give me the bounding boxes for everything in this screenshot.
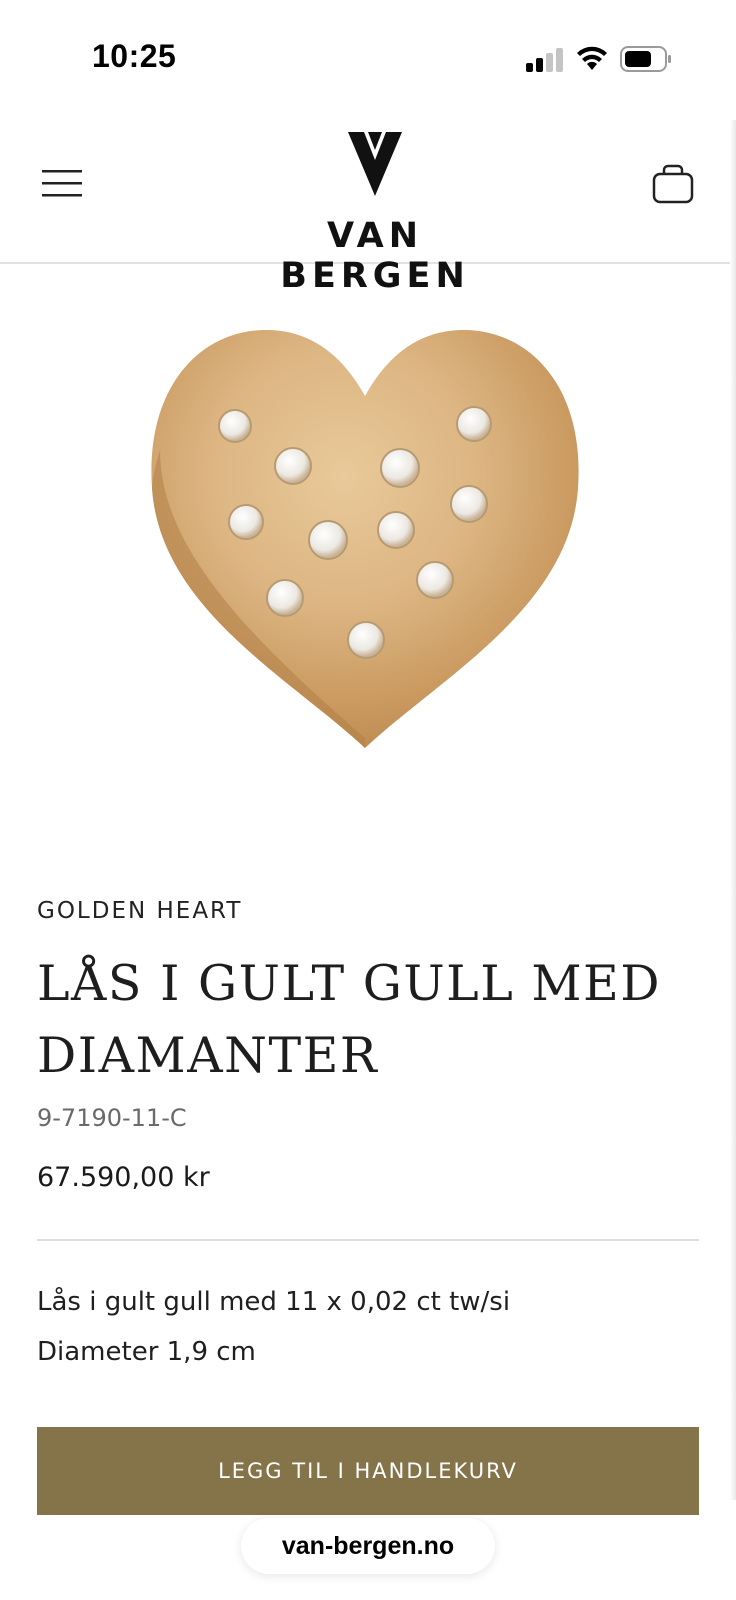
- brand-logo[interactable]: VAN BERGEN: [230, 130, 520, 296]
- wifi-icon: [577, 46, 607, 70]
- browser-url-bar[interactable]: van-bergen.no: [241, 1518, 495, 1574]
- product-page: 10:25 VAN BERGEN GOLDEN HEART LÅS I GULT…: [0, 0, 736, 1600]
- status-time: 10:25: [92, 38, 177, 74]
- shopping-bag-icon[interactable]: [652, 164, 694, 204]
- v-logo-icon: [348, 132, 402, 196]
- product-sku: 9-7190-11-C: [37, 1104, 187, 1132]
- collection-name: GOLDEN HEART: [37, 898, 243, 924]
- scrollbar-edge: [730, 120, 736, 1500]
- product-price: 67.590,00 kr: [37, 1162, 210, 1193]
- description-line: Diameter 1,9 cm: [37, 1337, 256, 1367]
- divider: [37, 1239, 699, 1241]
- site-header: VAN BERGEN: [0, 110, 736, 296]
- description-line: Lås i gult gull med 11 x 0,02 ct tw/si: [37, 1287, 511, 1317]
- product-image[interactable]: [140, 318, 590, 768]
- product-title: LÅS I GULT GULL MED DIAMANTER: [37, 955, 662, 1084]
- hamburger-menu-icon[interactable]: [42, 168, 82, 198]
- brand-name: VAN BERGEN: [280, 216, 470, 296]
- battery-icon: [620, 46, 671, 72]
- status-bar: 10:25: [0, 0, 736, 110]
- add-to-cart-button[interactable]: LEGG TIL I HANDLEKURV: [37, 1427, 699, 1515]
- cellular-signal-icon: [526, 48, 563, 72]
